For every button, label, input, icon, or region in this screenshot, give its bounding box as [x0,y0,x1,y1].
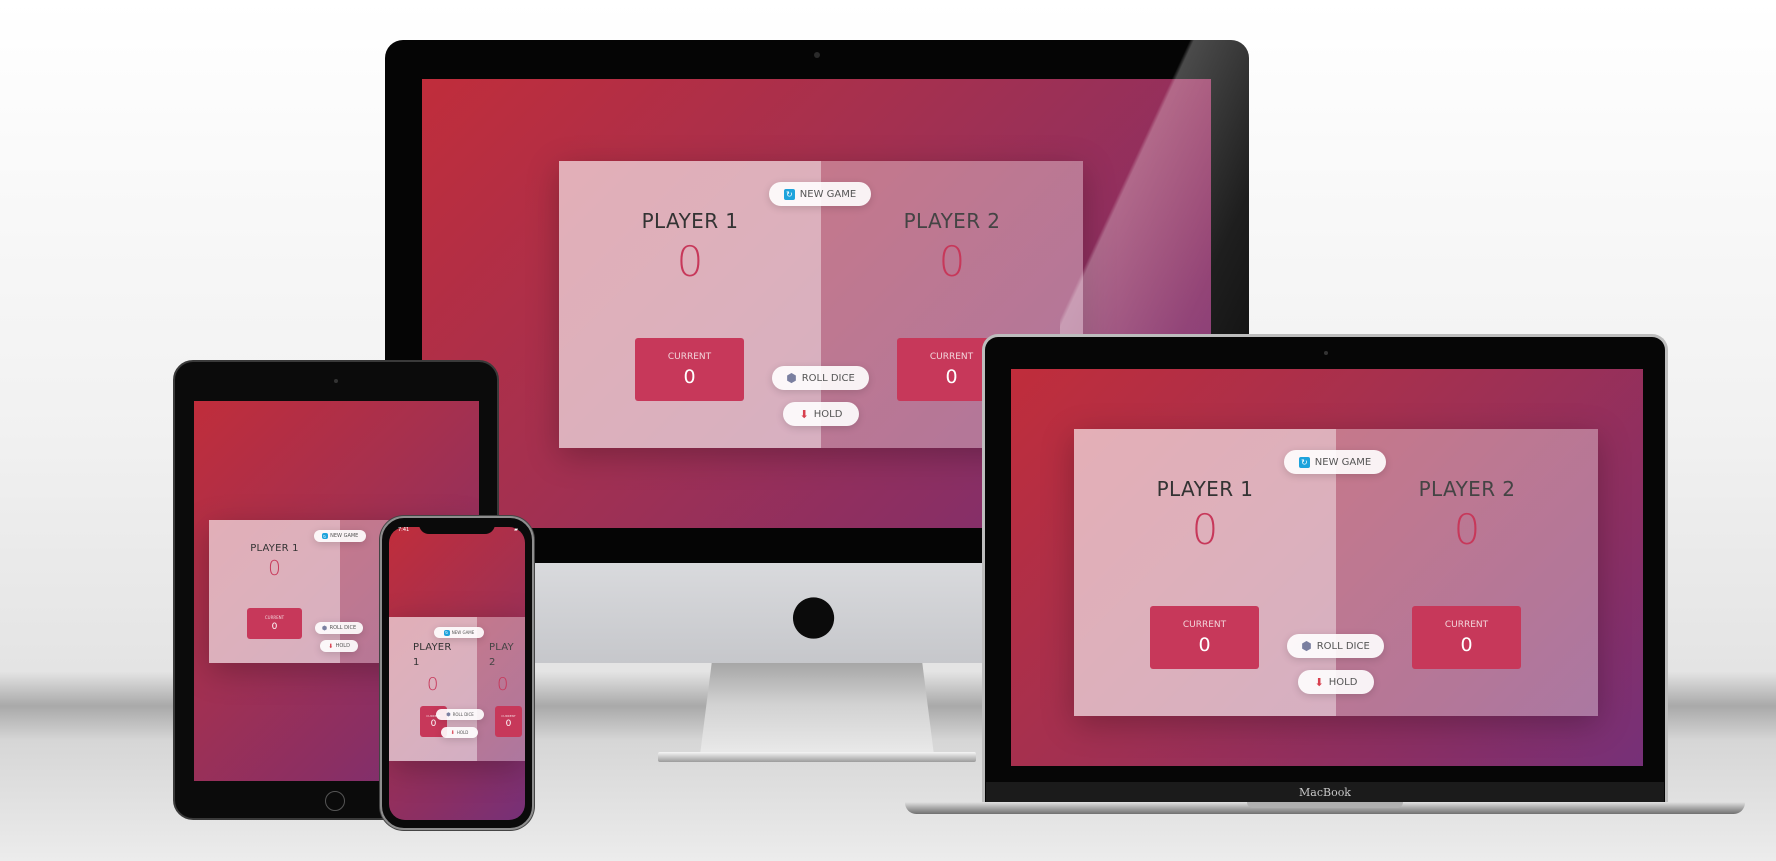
ipad-player-1-current-box: CURRENT 0 [247,608,302,639]
iphone-screen: PLAYER 1 0 CURRENT 0 PLAY 2 0 CURRENT 0 … [389,527,525,820]
hold-download-icon: ⬇ [328,642,334,650]
macbook-player-2-name: PLAYER 2 [1418,477,1516,501]
macbook-hold-button[interactable]: ⬇ HOLD [1298,670,1374,694]
iphone-status-time: 7:41 [398,527,410,533]
dice-icon: ⬢ [786,371,797,385]
macbook-camera [1324,351,1328,355]
ipad-hold-label: HOLD [335,643,350,649]
iphone-status-bar: 7:41 ▰ [398,527,518,533]
iphone-new-game-label: NEW GAME [451,630,475,635]
iphone-player-2-name: PLAY 2 [489,642,514,668]
iphone-roll-dice-button[interactable]: ⬢ ROLL DICE [436,709,484,720]
iphone-player-1-name: PLAYER 1 [413,642,452,668]
dice-icon: ⬢ [446,711,451,718]
imac-player-1-current-label: CURRENT [667,351,712,362]
macbook-new-game-button[interactable]: ↻ NEW GAME [1284,450,1386,474]
macbook-new-game-label: NEW GAME [1314,456,1372,468]
iphone-player-1-current-value: 0 [430,719,437,729]
refresh-icon: ↻ [321,533,328,539]
imac-player-1-name: PLAYER 1 [641,209,739,233]
ipad-player-1-current-value: 0 [271,622,278,632]
macbook-player-1-current-label: CURRENT [1182,619,1227,630]
refresh-icon: ↻ [443,629,450,636]
imac-new-game-button[interactable]: ↻ NEW GAME [769,182,871,206]
macbook-roll-dice-button[interactable]: ⬢ ROLL DICE [1287,634,1384,658]
iphone-player-2-current-box: CURRENT 0 [495,706,522,737]
imac-player-2-current-label: CURRENT [929,351,974,362]
ipad-hold-button[interactable]: ⬇ HOLD [320,640,358,652]
macbook-player-1-current-box: CURRENT 0 [1150,606,1259,669]
ipad-player-1-name: PLAYER 1 [250,543,299,554]
apple-logo: ● [790,582,838,645]
macbook-brand-label: MacBook [1299,785,1351,799]
iphone-player-1-panel: PLAYER 1 0 CURRENT 0 [389,617,477,761]
macbook-game-board: PLAYER 1 0 CURRENT 0 PLAYER 2 0 CURRENT … [1074,429,1598,716]
iphone-player-2-score: 0 [497,674,509,695]
macbook-player-1-name: PLAYER 1 [1156,477,1254,501]
imac-roll-dice-button[interactable]: ⬢ ROLL DICE [772,366,869,390]
hold-download-icon: ⬇ [450,729,455,736]
imac-player-2-score: 0 [938,237,966,286]
macbook-player-2-current-box: CURRENT 0 [1412,606,1521,669]
hold-download-icon: ⬇ [1314,675,1324,689]
refresh-icon: ↻ [783,188,795,200]
iphone-hold-button[interactable]: ⬇ HOLD [441,727,478,738]
dice-icon: ⬢ [1301,639,1312,653]
iphone-player-2-current-value: 0 [505,719,512,729]
macbook-player-2-current-value: 0 [1460,633,1473,656]
macbook-bottom-bezel: MacBook [986,782,1664,802]
ipad-roll-dice-label: ROLL DICE [329,625,357,631]
macbook-hinge-notch [1247,802,1403,808]
iphone-player-2-panel: PLAY 2 0 CURRENT 0 [477,617,525,761]
hold-download-icon: ⬇ [799,407,809,421]
refresh-icon: ↻ [1298,456,1310,468]
imac-stand [700,663,934,755]
imac-new-game-label: NEW GAME [799,188,857,200]
iphone-roll-dice-label: ROLL DICE [452,712,474,717]
macbook-player-2-current-label: CURRENT [1444,619,1489,630]
imac-hold-button[interactable]: ⬇ HOLD [783,402,859,426]
imac-player-2-name: PLAYER 2 [903,209,1001,233]
battery-icon: ▰ [514,527,518,533]
ipad-new-game-label: NEW GAME [330,533,359,539]
iphone-player-2-current-label: CURRENT [501,714,516,718]
ipad-new-game-button[interactable]: ↻ NEW GAME [314,530,366,542]
iphone-hold-label: HOLD [456,730,469,735]
ipad-camera [334,379,338,383]
imac-hold-label: HOLD [813,408,843,420]
imac-stand-base [658,752,976,762]
iphone-new-game-button[interactable]: ↻ NEW GAME [434,627,484,638]
iphone-player-1-score: 0 [427,674,439,695]
ipad-roll-dice-button[interactable]: ⬢ ROLL DICE [315,622,363,634]
macbook-roll-dice-label: ROLL DICE [1316,640,1370,652]
imac-player-1-current-box: CURRENT 0 [635,338,744,401]
macbook-hold-label: HOLD [1328,676,1358,688]
imac-player-2-current-value: 0 [945,365,958,388]
imac-roll-dice-label: ROLL DICE [801,372,855,384]
iphone-game-board: PLAYER 1 0 CURRENT 0 PLAY 2 0 CURRENT 0 … [389,617,525,761]
macbook-player-1-current-value: 0 [1198,633,1211,656]
macbook-screen: PLAYER 1 0 CURRENT 0 PLAYER 2 0 CURRENT … [1011,369,1643,766]
macbook-player-1-score: 0 [1191,505,1219,554]
dice-icon: ⬢ [321,624,328,632]
ipad-player-1-current-label: CURRENT [264,615,285,620]
imac-player-1-score: 0 [676,237,704,286]
macbook-player-2-score: 0 [1453,505,1481,554]
imac-player-1-current-value: 0 [683,365,696,388]
imac-camera [814,52,820,58]
ipad-home-button[interactable] [325,791,345,811]
ipad-player-1-score: 0 [268,556,281,580]
